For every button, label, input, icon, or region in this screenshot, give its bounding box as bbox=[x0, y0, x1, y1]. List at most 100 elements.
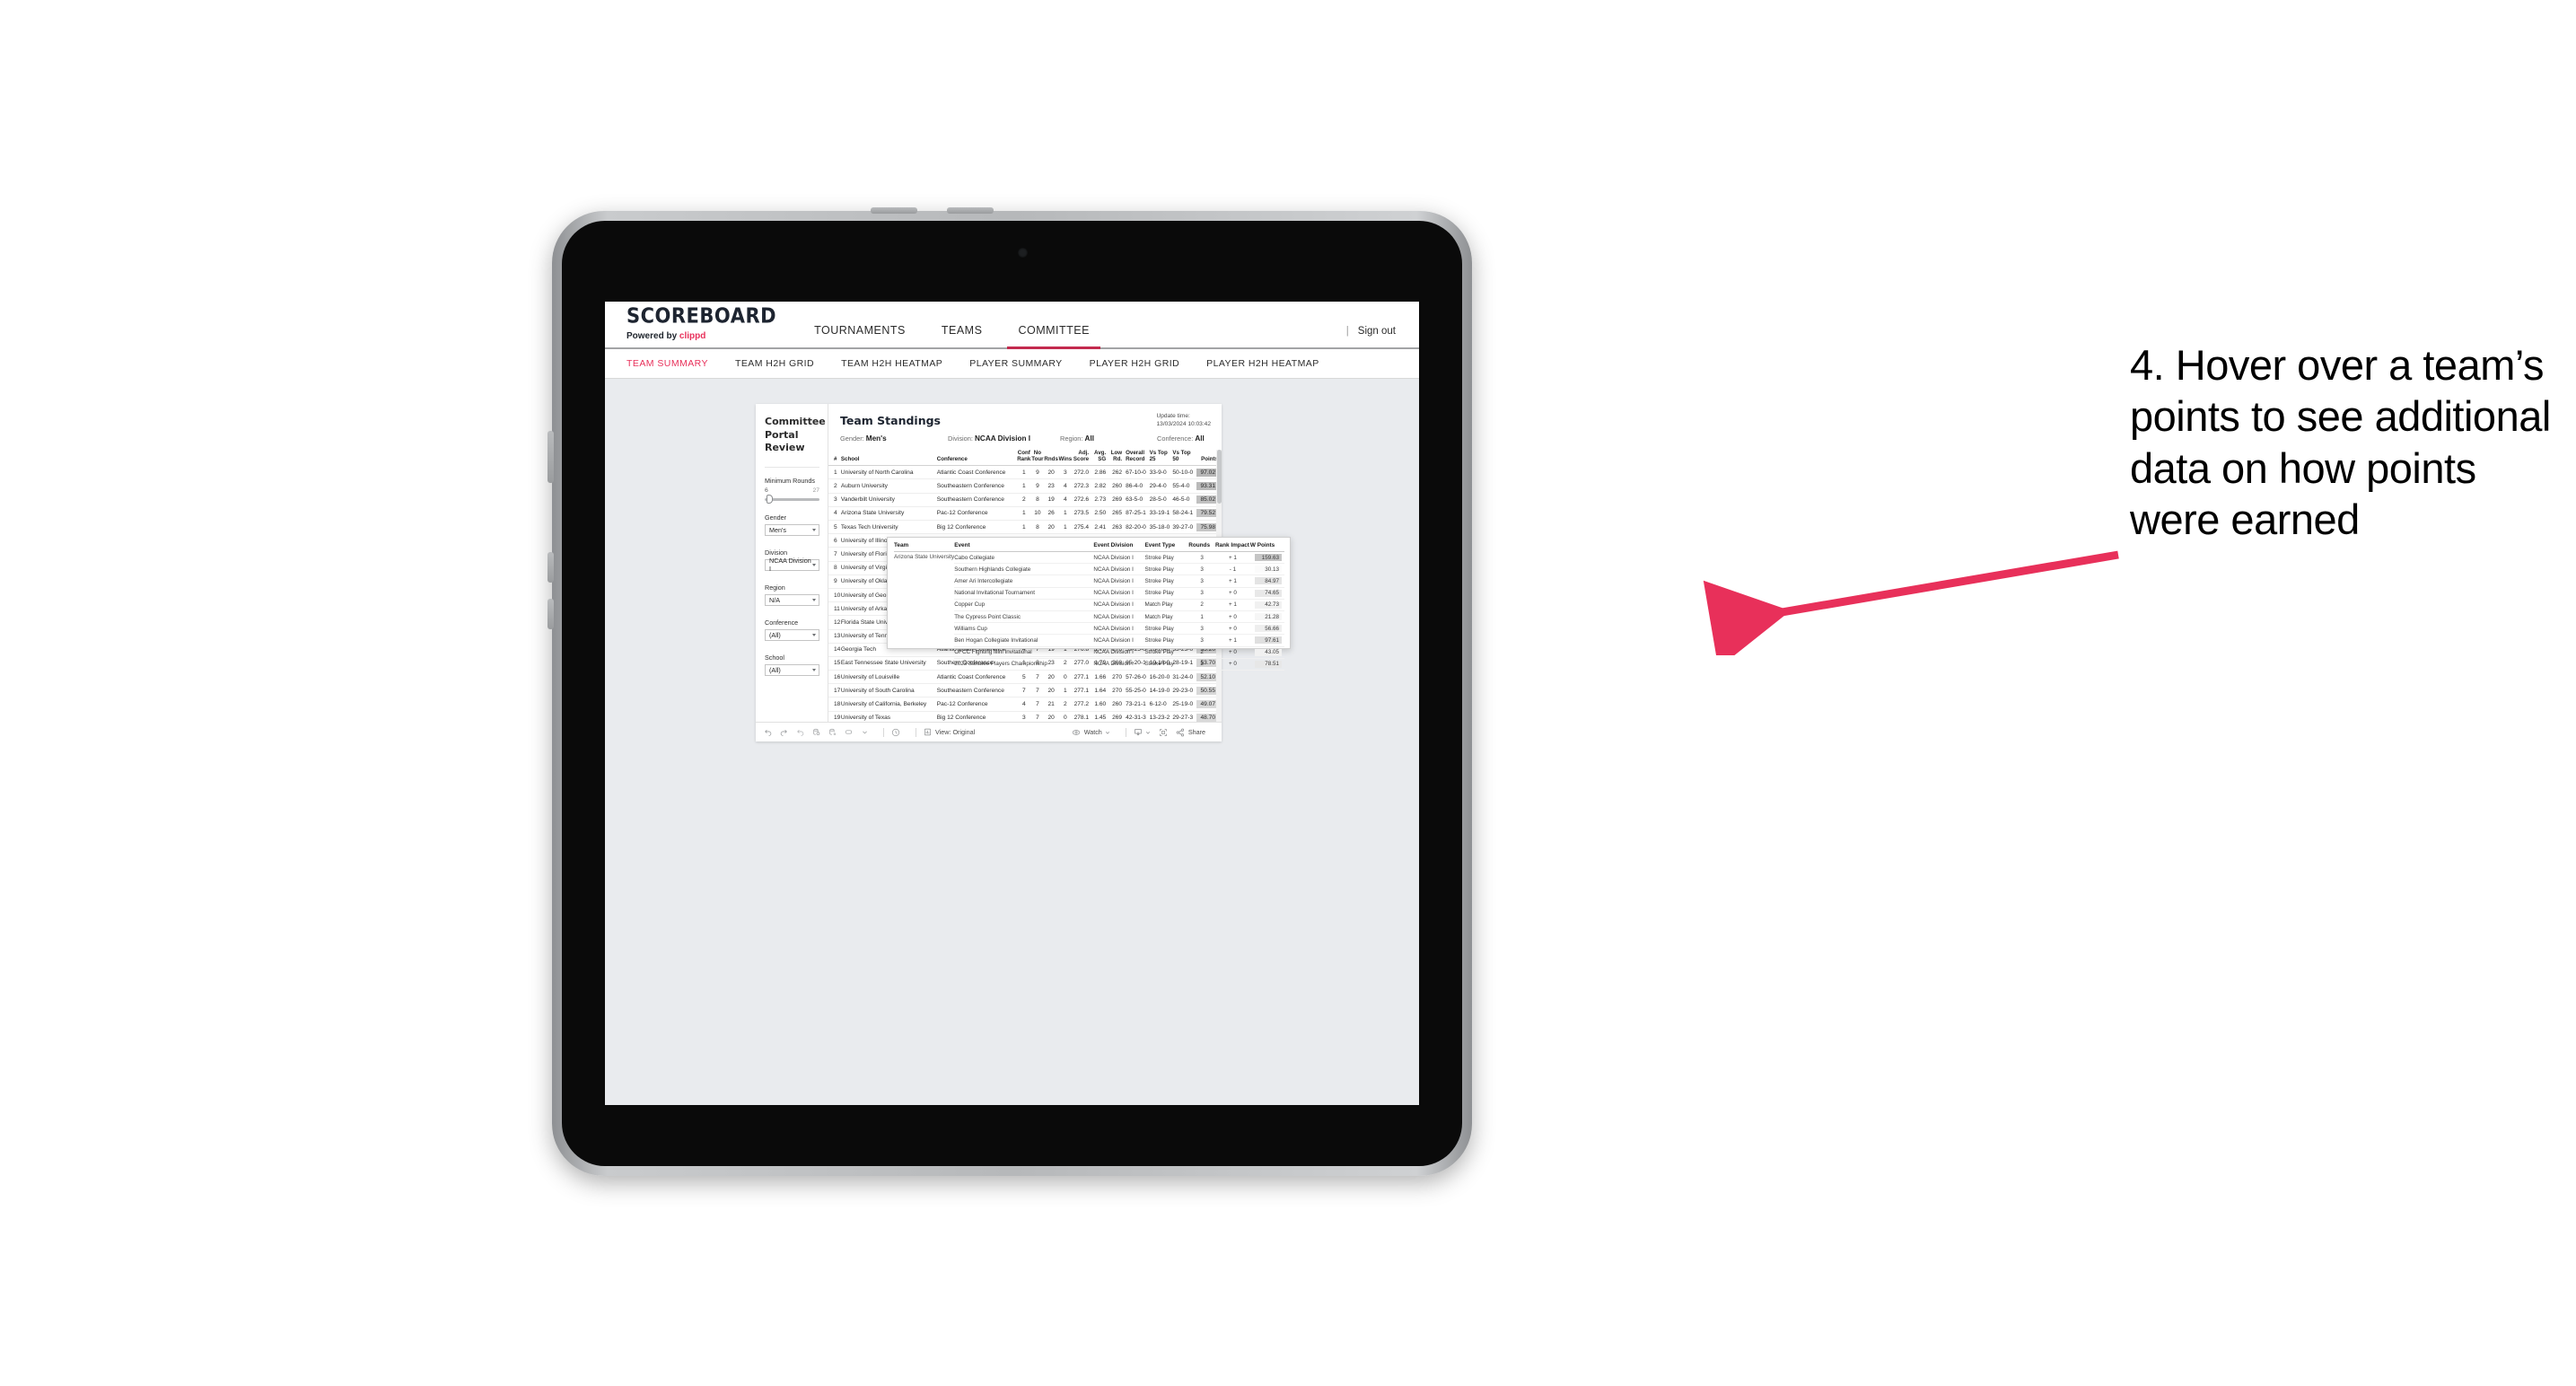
tooltip-w-points-cell: 21.28 bbox=[1249, 610, 1284, 624]
custom-view-icon[interactable] bbox=[845, 728, 854, 736]
col-avg-sg[interactable]: Avg. SG bbox=[1092, 450, 1110, 467]
update-time-label: Update time: bbox=[1156, 413, 1190, 419]
nav-tab-teams[interactable]: TEAMS bbox=[924, 324, 1001, 347]
logo-text: SCOREBOARD bbox=[626, 303, 777, 329]
redo-icon[interactable] bbox=[780, 728, 788, 736]
school-select[interactable]: (All) bbox=[765, 663, 819, 676]
no-tour-cell: 7 bbox=[1030, 683, 1045, 698]
col-conference[interactable]: Conference bbox=[936, 450, 1017, 467]
table-row[interactable]: 18 University of California, Berkeley Pac-… bbox=[828, 697, 1222, 712]
wins-cell: 0 bbox=[1058, 711, 1073, 722]
tooltip-w-points-value: 42.73 bbox=[1255, 601, 1282, 609]
col-overall-record[interactable]: Overall Record bbox=[1126, 450, 1150, 467]
subtab-player-summary[interactable]: PLAYER SUMMARY bbox=[969, 358, 1062, 369]
col-overall-record-l2: Record bbox=[1126, 456, 1145, 463]
subtab-team-summary[interactable]: TEAM SUMMARY bbox=[626, 358, 708, 369]
conf-rank-cell: 3 bbox=[1016, 711, 1031, 722]
table-row[interactable]: 4 Arizona State University Pac-12 Conferen… bbox=[828, 506, 1222, 522]
dropdown-caret-icon[interactable] bbox=[862, 729, 868, 735]
tablet-top-button-2 bbox=[947, 207, 994, 214]
col-conf-rank[interactable]: Conf Rank bbox=[1016, 450, 1031, 467]
rnds-cell: 21 bbox=[1044, 697, 1059, 712]
col-no-tour[interactable]: No Tour bbox=[1030, 450, 1045, 467]
avg-sg-cell: 2.73 bbox=[1092, 493, 1110, 507]
update-time: Update time: 13/03/2024 10:03:42 bbox=[1157, 412, 1212, 428]
division-select[interactable]: NCAA Division I bbox=[765, 557, 819, 574]
logo-sub-brand: clippd bbox=[679, 331, 706, 341]
tooltip-rounds-cell: 2 bbox=[1188, 646, 1215, 659]
tooltip-w-points-cell: 56.66 bbox=[1249, 622, 1284, 636]
rank-cell: 13 bbox=[828, 629, 841, 644]
slider-handle[interactable] bbox=[766, 495, 773, 504]
col-vs-top-25[interactable]: Vs Top 25 bbox=[1149, 450, 1173, 467]
tooltip-event-cell: Amer Ari Intercollegiate bbox=[954, 575, 1094, 588]
col-wins[interactable]: Wins bbox=[1058, 450, 1073, 467]
table-row[interactable]: 16 University of Louisville Atlantic Coast… bbox=[828, 670, 1222, 685]
gender-select[interactable]: Men's bbox=[765, 523, 819, 536]
tooltip-col-rank-impact: Rank Impact bbox=[1214, 542, 1250, 552]
subtab-team-h2h-heatmap[interactable]: TEAM H2H HEATMAP bbox=[841, 358, 942, 369]
division-select-value: NCAA Division I bbox=[769, 557, 811, 574]
col-school[interactable]: School bbox=[840, 450, 937, 467]
filter-summary-division-value: NCAA Division I bbox=[975, 434, 1031, 443]
region-select[interactable]: N/A bbox=[765, 593, 819, 606]
nav-tab-tournaments[interactable]: TOURNAMENTS bbox=[796, 324, 924, 347]
watch-button[interactable]: Watch bbox=[1072, 728, 1110, 737]
subtab-player-h2h-heatmap[interactable]: PLAYER H2H HEATMAP bbox=[1206, 358, 1319, 369]
sign-out-label: Sign out bbox=[1357, 326, 1396, 337]
points-value: 50.55 bbox=[1196, 686, 1218, 695]
tooltip-event-division-cell: NCAA Division I bbox=[1093, 563, 1145, 576]
rank-cell: 9 bbox=[828, 575, 841, 589]
watch-caret-icon bbox=[1105, 731, 1109, 734]
rank-cell: 7 bbox=[828, 547, 841, 562]
undo-icon[interactable] bbox=[764, 728, 772, 736]
tooltip-w-points-cell: 159.63 bbox=[1249, 551, 1284, 565]
vs-top-25-cell: 13-23-2 bbox=[1149, 711, 1173, 722]
sidebar-title-line2: Portal Review bbox=[765, 428, 805, 454]
low-rd-cell: 265 bbox=[1109, 506, 1126, 522]
wins-cell: 1 bbox=[1058, 520, 1073, 535]
adj-score-cell: 277.2 bbox=[1072, 697, 1093, 712]
nav-tab-committee[interactable]: COMMITTEE bbox=[1000, 324, 1108, 349]
tooltip-w-points-cell: 30.13 bbox=[1249, 563, 1284, 576]
conf-rank-cell: 5 bbox=[1016, 670, 1031, 685]
col-rank[interactable]: # bbox=[828, 450, 841, 467]
fullscreen-icon[interactable] bbox=[1159, 728, 1168, 737]
subtab-team-h2h-grid[interactable]: TEAM H2H GRID bbox=[735, 358, 814, 369]
share-button[interactable]: Share bbox=[1176, 728, 1205, 737]
low-rd-cell: 262 bbox=[1109, 465, 1126, 480]
col-overall-record-l1: Overall bbox=[1126, 450, 1145, 456]
table-row[interactable]: 19 University of Texas Big 12 Conference 3 7… bbox=[828, 711, 1222, 722]
table-row[interactable]: 17 University of South Carolina Southeaste… bbox=[828, 683, 1222, 698]
tooltip-event-type-cell: Match Play bbox=[1144, 599, 1189, 611]
col-rnds[interactable]: Rnds bbox=[1044, 450, 1059, 467]
filter-summary-conference-value: All bbox=[1195, 434, 1205, 443]
revert-icon[interactable] bbox=[796, 728, 804, 736]
conference-select-value: (All) bbox=[769, 630, 781, 639]
table-row[interactable]: 1 University of North Carolina Atlantic Co… bbox=[828, 465, 1222, 480]
table-row[interactable]: 3 Vanderbilt University Southeastern Confe… bbox=[828, 493, 1222, 507]
app-logo[interactable]: SCOREBOARD Powered by clippd bbox=[605, 303, 796, 347]
tooltip-event-division-cell: NCAA Division I bbox=[1093, 646, 1145, 659]
col-vs-top-50[interactable]: Vs Top 50 bbox=[1172, 450, 1196, 467]
table-row[interactable]: 5 Texas Tech University Big 12 Conference 1… bbox=[828, 520, 1222, 535]
slider-range-labels: 6 27 bbox=[765, 487, 819, 494]
wins-cell: 4 bbox=[1058, 493, 1073, 507]
table-row[interactable]: 2 Auburn University Southeastern Conferenc… bbox=[828, 478, 1222, 494]
download-icon[interactable] bbox=[1134, 728, 1151, 737]
view-original-button[interactable]: View: Original bbox=[924, 728, 975, 736]
col-conf-rank-l1: Conf bbox=[1017, 450, 1030, 456]
history-icon[interactable] bbox=[891, 728, 900, 737]
pause-data-icon[interactable] bbox=[828, 728, 837, 736]
refresh-data-icon[interactable] bbox=[812, 728, 820, 736]
scrollbar-thumb[interactable] bbox=[1216, 450, 1222, 504]
rank-cell: 2 bbox=[828, 478, 841, 494]
subtab-player-h2h-grid[interactable]: PLAYER H2H GRID bbox=[1090, 358, 1180, 369]
rank-cell: 10 bbox=[828, 588, 841, 603]
chevron-down-icon bbox=[812, 563, 816, 566]
sign-out-button[interactable]: | Sign out bbox=[1346, 326, 1396, 337]
col-low-rd[interactable]: Low Rd. bbox=[1109, 450, 1126, 467]
col-adj-score[interactable]: Adj. Score bbox=[1072, 450, 1093, 467]
conference-select[interactable]: (All) bbox=[765, 628, 819, 641]
minimum-rounds-slider[interactable] bbox=[765, 495, 819, 504]
